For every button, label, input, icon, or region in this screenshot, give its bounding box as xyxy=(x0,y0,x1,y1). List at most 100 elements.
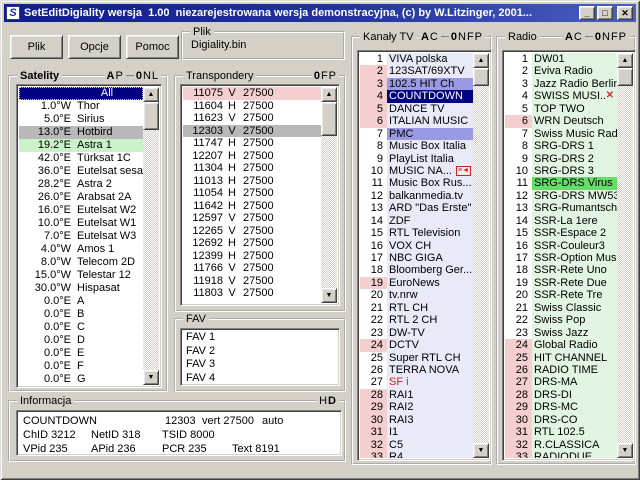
tv-channel-row[interactable]: 33R4 xyxy=(360,451,473,458)
satellite-row[interactable]: 26.0°EArabsat 2A xyxy=(19,191,143,204)
radio-channel-row[interactable]: 15SSR-Espace 2 xyxy=(505,227,617,239)
transponder-row[interactable]: 11304H27500 xyxy=(183,162,321,175)
flag-toggle-0[interactable]: 0 xyxy=(451,31,458,43)
scroll-up-button[interactable]: ▲ xyxy=(473,53,489,68)
tv-channel-row[interactable]: 15RTL Television xyxy=(360,227,473,239)
flag-toggle-C[interactable]: C xyxy=(430,31,439,43)
satellite-row[interactable]: 7.0°EEutelsat W3 xyxy=(19,230,143,243)
tv-channel-row[interactable]: 10MUSIC NA...≡◄ xyxy=(360,165,473,177)
tv-channel-row[interactable]: 14ZDF xyxy=(360,215,473,227)
transponder-row[interactable]: 12399H27500 xyxy=(183,250,321,263)
tv-channel-row[interactable]: 32C5 xyxy=(360,439,473,451)
title-bar[interactable]: S SetEditDigiality wersja 1.00 niezareje… xyxy=(4,4,636,22)
tv-channel-row[interactable]: 16VOX CH xyxy=(360,240,473,252)
tv-channel-row[interactable]: 27SF i xyxy=(360,376,473,388)
flag-toggle-H[interactable]: H xyxy=(319,395,328,407)
tv-channel-row[interactable]: 2123SAT/69XTV xyxy=(360,65,473,77)
flag-toggle-D[interactable]: D xyxy=(328,395,337,407)
radio-channel-row[interactable]: 24Global Radio xyxy=(505,339,617,351)
scroll-thumb[interactable] xyxy=(143,102,159,130)
tv-channel-row[interactable]: 26TERRA NOVA xyxy=(360,364,473,376)
tv-channel-row[interactable]: 31I1 xyxy=(360,426,473,438)
tv-channel-row[interactable]: 22RTL 2 CH xyxy=(360,314,473,326)
flag-toggle-C[interactable]: C xyxy=(574,31,583,43)
transponder-row[interactable]: 12692H27500 xyxy=(183,237,321,250)
scroll-thumb[interactable] xyxy=(473,68,489,86)
satellite-row[interactable]: 30.0°WHispasat xyxy=(19,282,143,295)
transponder-row[interactable]: 11054H27500 xyxy=(183,187,321,200)
fav-row[interactable]: FAV 3 xyxy=(183,358,337,372)
radio-channel-row[interactable]: 2Eviva Radio xyxy=(505,65,617,77)
satellite-row[interactable]: 5.0°ESirius xyxy=(19,113,143,126)
tv-channel-row[interactable]: 30RAI3 xyxy=(360,414,473,426)
satellite-row[interactable]: 10.0°EEutelsat W1 xyxy=(19,217,143,230)
satellite-row[interactable]: 28.2°EAstra 2 xyxy=(19,178,143,191)
transponder-row[interactable]: 12207H27500 xyxy=(183,150,321,163)
radio-channel-row[interactable]: 10SRG-DRS 3 xyxy=(505,165,617,177)
help-menu-button[interactable]: Pomoc xyxy=(126,35,179,59)
tv-channel-row[interactable]: 18Bloomberg Ger... xyxy=(360,264,473,276)
transponder-row[interactable]: 12597V27500 xyxy=(183,212,321,225)
tv-channel-row[interactable]: 4COUNTDOWN xyxy=(360,90,473,102)
tv-channel-row[interactable]: 24DCTV xyxy=(360,339,473,351)
transponder-row[interactable]: 11075V27500 xyxy=(183,87,321,100)
radio-channel-row[interactable]: 25HIT CHANNEL xyxy=(505,352,617,364)
tv-scrollbar[interactable]: ▲ ▼ xyxy=(473,53,489,458)
scroll-thumb[interactable] xyxy=(617,68,633,86)
satellite-row[interactable]: 1.0°WThor xyxy=(19,100,143,113)
tv-channel-row[interactable]: 20tv.nrw xyxy=(360,289,473,301)
tv-channel-row[interactable]: 28RAI1 xyxy=(360,389,473,401)
radio-channel-row[interactable]: 17SSR-Option Musi... xyxy=(505,252,617,264)
scroll-down-button[interactable]: ▼ xyxy=(473,443,489,458)
transponder-row[interactable]: 11747H27500 xyxy=(183,137,321,150)
radio-channel-row[interactable]: 12SRG-DRS MW531 xyxy=(505,190,617,202)
scroll-down-button[interactable]: ▼ xyxy=(617,443,633,458)
scroll-down-button[interactable]: ▼ xyxy=(321,288,337,303)
tv-channel-row[interactable]: 1VIVA polska xyxy=(360,53,473,65)
radio-channel-row[interactable]: 8SRG-DRS 1 xyxy=(505,140,617,152)
scroll-up-button[interactable]: ▲ xyxy=(617,53,633,68)
flag-toggle-A[interactable]: A xyxy=(421,31,430,43)
satellite-row[interactable]: 36.0°EEutelsat sesat xyxy=(19,165,143,178)
tv-channel-row[interactable]: 11Music Box Rus... xyxy=(360,177,473,189)
radio-channel-row[interactable]: 4SWISS MUSI...✕ xyxy=(505,90,617,102)
fav-row[interactable]: FAV 2 xyxy=(183,345,337,359)
satellite-scrollbar[interactable]: ▲ ▼ xyxy=(143,87,159,385)
satellite-row[interactable]: 0.0°EE xyxy=(19,347,143,360)
radio-channel-row[interactable]: 16SSR-Couleur3 xyxy=(505,240,617,252)
transponder-row[interactable]: 11604H27500 xyxy=(183,100,321,113)
satellite-row[interactable]: 8.0°WTelecom 2D xyxy=(19,256,143,269)
satellite-row[interactable]: 13.0°EHotbird xyxy=(19,126,143,139)
radio-channel-row[interactable]: 23Swiss Jazz xyxy=(505,327,617,339)
transponder-scrollbar[interactable]: ▲ ▼ xyxy=(321,87,337,303)
radio-channel-row[interactable]: 3Jazz Radio Berlin xyxy=(505,78,617,90)
flag-toggle-A[interactable]: A xyxy=(565,31,574,43)
file-menu-button[interactable]: Plik xyxy=(10,35,63,59)
tv-channel-row[interactable]: 3102.5 HIT Ch xyxy=(360,78,473,90)
flag-toggle-FP[interactable]: FP xyxy=(321,70,337,82)
satellite-row[interactable]: 16.0°EEutelsat W2 xyxy=(19,204,143,217)
tv-channel-row[interactable]: 19EuroNews xyxy=(360,277,473,289)
satellite-row[interactable]: 0.0°EG xyxy=(19,373,143,385)
radio-channel-row[interactable]: 14SSR-La 1ere xyxy=(505,215,617,227)
tv-channel-row[interactable]: 13ARD "Das Erste" xyxy=(360,202,473,214)
radio-channel-row[interactable]: 21Swiss Classic xyxy=(505,302,617,314)
close-button[interactable]: ✕ xyxy=(617,6,633,20)
radio-channel-row[interactable]: 7Swiss Music Radio xyxy=(505,128,617,140)
radio-channel-row[interactable]: 18SSR-Rete Uno xyxy=(505,264,617,276)
radio-channel-row[interactable]: 22Swiss Pop xyxy=(505,314,617,326)
transponder-row[interactable]: 12303V27500 xyxy=(183,125,321,138)
tv-channel-row[interactable]: 12balkanmedia.tv xyxy=(360,190,473,202)
fav-row[interactable]: FAV 1 xyxy=(183,331,337,345)
tv-channel-row[interactable]: 6ITALIAN MUSIC xyxy=(360,115,473,127)
radio-channel-row[interactable]: 28DRS-DI xyxy=(505,389,617,401)
satellite-row[interactable]: 0.0°EF xyxy=(19,360,143,373)
radio-channel-row[interactable]: 29DRS-MC xyxy=(505,401,617,413)
radio-channel-row[interactable]: 5TOP TWO xyxy=(505,103,617,115)
tv-channel-row[interactable]: 7PMC xyxy=(360,128,473,140)
scroll-up-button[interactable]: ▲ xyxy=(143,87,159,102)
radio-channel-row[interactable]: 27DRS-MA xyxy=(505,376,617,388)
radio-channel-row[interactable]: 26RADIO TIME xyxy=(505,364,617,376)
satellite-row[interactable]: 0.0°EB xyxy=(19,308,143,321)
tv-channel-row[interactable]: 9PlayList Italia xyxy=(360,153,473,165)
